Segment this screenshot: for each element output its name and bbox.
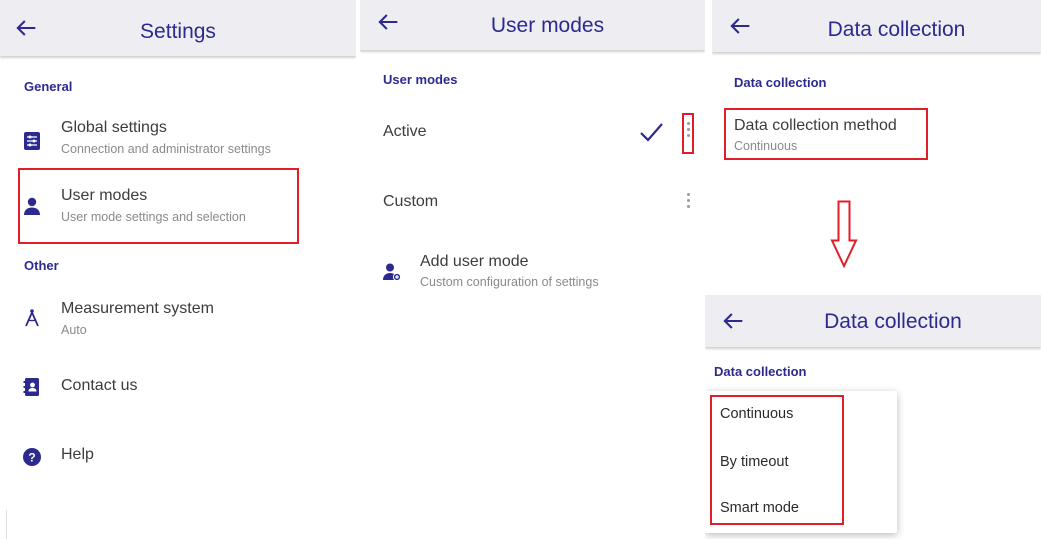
data-collection-screen: Data collection Data collection Data col… <box>712 0 1041 190</box>
item-title: Add user mode <box>420 253 529 270</box>
add-person-icon <box>382 262 402 282</box>
highlight-box <box>18 168 299 244</box>
svg-text:?: ? <box>28 451 35 465</box>
section-header-general: General <box>24 79 73 94</box>
arrow-down-outline-icon <box>830 200 858 269</box>
item-title: Global settings <box>61 119 167 136</box>
item-title: Contact us <box>61 377 138 394</box>
user-modes-app-bar: User modes <box>360 0 705 50</box>
user-mode-label: Custom <box>383 193 439 210</box>
highlight-box <box>682 113 694 154</box>
divider <box>6 510 7 539</box>
item-subtitle: Auto <box>61 323 87 337</box>
item-subtitle: Connection and administrator settings <box>61 142 271 156</box>
back-button[interactable] <box>726 12 754 40</box>
section-header-data-collection: Data collection <box>714 364 807 379</box>
data-collection-app-bar: Data collection <box>712 0 1041 52</box>
more-vertical-icon[interactable] <box>684 193 692 213</box>
contact-book-icon <box>22 377 42 397</box>
checkmark-icon <box>638 120 664 144</box>
item-title: Measurement system <box>61 300 214 317</box>
section-header-data-collection: Data collection <box>734 75 827 90</box>
user-mode-label: Active <box>383 123 427 140</box>
data-collection-dropdown-screen: Data collection Data collection Continuo… <box>705 295 1041 539</box>
section-header-other: Other <box>24 258 59 273</box>
arrow-left-icon <box>730 18 750 34</box>
data-collection-app-bar: Data collection <box>705 295 1041 347</box>
settings-screen: Settings General Global settings Connect… <box>0 0 356 539</box>
compass-icon <box>22 308 42 328</box>
help-circle-icon: ? <box>22 447 42 467</box>
highlight-box <box>724 108 928 160</box>
page-title: User modes <box>490 14 605 37</box>
section-header-user-modes: User modes <box>383 72 458 87</box>
back-button[interactable] <box>719 307 747 335</box>
highlight-box <box>710 395 844 525</box>
item-title: Help <box>61 446 94 463</box>
user-modes-screen: User modes User modes Active Custom Add … <box>360 0 705 539</box>
sliders-icon <box>22 131 42 151</box>
item-subtitle: Custom configuration of settings <box>420 275 599 289</box>
page-title: Settings <box>140 20 216 43</box>
page-title: Data collection <box>824 310 962 333</box>
settings-app-bar: Settings <box>0 0 356 56</box>
page-title: Data collection <box>827 18 966 41</box>
arrow-left-icon <box>723 313 743 329</box>
